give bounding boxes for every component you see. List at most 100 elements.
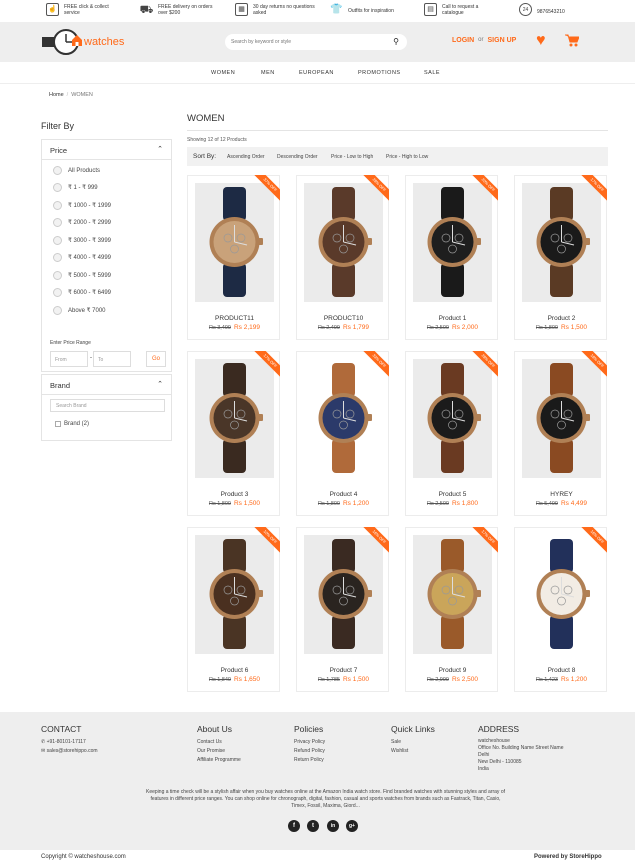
product-card[interactable]: 20% OFF Product 1 Rs 2,500 Rs 2,000 [405, 175, 498, 340]
product-name[interactable]: Product 6 [188, 667, 281, 674]
main-nav: WOMEN MEN EUROPEAN PROMOTIONS SALE [0, 62, 635, 84]
brand-search-input[interactable]: Search Brand [50, 399, 165, 412]
footer-link[interactable]: Refund Policy [294, 747, 325, 756]
site-logo[interactable]: watches [42, 29, 132, 55]
radio-button[interactable] [53, 166, 62, 175]
discount-ribbon: 17% OFF [472, 527, 498, 553]
chevron-up-icon[interactable]: ⌃ [157, 145, 163, 153]
price-option[interactable]: ₹ 5000 - ₹ 5999 [53, 271, 111, 280]
product-card[interactable]: 37% OFF PRODUCT11 Rs 3,499 Rs 2,199 [187, 175, 280, 340]
phone-number[interactable]: 9876543210 [537, 9, 607, 15]
price-option[interactable]: All Products [53, 166, 100, 175]
footer-link[interactable]: Affiliate Programme [197, 756, 241, 765]
product-name[interactable]: Product 5 [406, 491, 499, 498]
sale-price: Rs 1,500 [342, 676, 370, 683]
product-name[interactable]: PRODUCT11 [188, 315, 281, 322]
footer-link[interactable]: Return Policy [294, 756, 325, 765]
radio-button[interactable] [53, 306, 62, 315]
product-card[interactable]: 28% OFF PRODUCT10 Rs 2,499 Rs 1,799 [296, 175, 389, 340]
nav-men[interactable]: MEN [261, 70, 275, 76]
sort-descending[interactable]: Descending Order [277, 154, 318, 160]
discount-ribbon: 16% OFF [581, 527, 607, 553]
product-card[interactable]: 16% OFF Product 7 Rs 1,785 Rs 1,500 [296, 527, 389, 692]
product-card[interactable]: 17% OFF Product 9 Rs 2,999 Rs 2,500 [405, 527, 498, 692]
radio-button[interactable] [53, 236, 62, 245]
twitter-icon[interactable]: t [307, 820, 319, 832]
product-name[interactable]: Product 9 [406, 667, 499, 674]
original-price: Rs 1,800 [535, 325, 558, 331]
address-line: India [478, 766, 489, 772]
brand-filter-header[interactable]: Brand ⌃ [42, 375, 171, 395]
footer-link[interactable]: Wishlist [391, 747, 435, 756]
cart-icon[interactable] [565, 34, 580, 50]
footer-link[interactable]: Sale [391, 738, 435, 747]
footer-phone[interactable]: ✆ +91-80101-17117 [41, 738, 98, 747]
nav-women[interactable]: WOMEN [211, 70, 235, 76]
sale-price: Rs 4,499 [560, 500, 588, 507]
price-option[interactable]: ₹ 2000 - ₹ 2999 [53, 218, 111, 227]
product-card[interactable]: 10% OFF Product 6 Rs 1,840 Rs 1,650 [187, 527, 280, 692]
nav-european[interactable]: EUROPEAN [299, 70, 334, 76]
radio-button[interactable] [53, 183, 62, 192]
product-prices: Rs 1,800 Rs 1,200 [297, 500, 390, 507]
price-option-label: ₹ 6000 - ₹ 6499 [68, 290, 111, 296]
product-card[interactable]: 17% OFF Product 3 Rs 1,800 Rs 1,500 [187, 351, 280, 516]
footer-link[interactable]: Contact Us [197, 738, 241, 747]
footer-email[interactable]: ✉ sales@storehippo.com [41, 747, 98, 756]
product-card[interactable]: 17% OFF Product 2 Rs 1,800 Rs 1,500 [514, 175, 607, 340]
product-name[interactable]: Product 7 [297, 667, 390, 674]
radio-button[interactable] [53, 288, 62, 297]
price-option[interactable]: ₹ 1 - ₹ 999 [53, 183, 98, 192]
product-name[interactable]: Product 8 [515, 667, 608, 674]
price-option[interactable]: ₹ 3000 - ₹ 3999 [53, 236, 111, 245]
price-from-input[interactable]: From [50, 351, 88, 367]
price-go-button[interactable]: Go [146, 351, 166, 367]
checkbox[interactable] [55, 421, 61, 427]
linkedin-icon[interactable]: in [327, 820, 339, 832]
radio-button[interactable] [53, 271, 62, 280]
footer-link[interactable]: Privacy Policy [294, 738, 325, 747]
price-to-input[interactable]: To [93, 351, 131, 367]
breadcrumb-separator: / [66, 92, 69, 98]
sort-price-low-high[interactable]: Price - Low to High [331, 154, 373, 160]
breadcrumb-home[interactable]: Home [49, 92, 64, 98]
product-card[interactable]: 33% OFF Product 4 Rs 1,800 Rs 1,200 [296, 351, 389, 516]
nav-promotions[interactable]: PROMOTIONS [358, 70, 401, 76]
site-footer: CONTACT ✆ +91-80101-17117 ✉ sales@storeh… [0, 712, 635, 850]
price-option[interactable]: ₹ 1000 - ₹ 1999 [53, 201, 111, 210]
discount-text: 16% OFF [581, 527, 607, 553]
product-prices: Rs 5,499 Rs 4,499 [515, 500, 608, 507]
search-icon[interactable]: ⚲ [393, 37, 399, 46]
product-card[interactable]: 18% OFF HYREY Rs 5,499 Rs 4,499 [514, 351, 607, 516]
brand-option[interactable]: Brand (2) [55, 421, 89, 427]
footer-address: ADDRESS watcheshouse Office No. Building… [478, 724, 564, 773]
product-card[interactable]: 28% OFF Product 5 Rs 2,500 Rs 1,800 [405, 351, 498, 516]
radio-button[interactable] [53, 253, 62, 262]
search-input[interactable] [225, 34, 375, 50]
signup-link[interactable]: SIGN UP [488, 37, 517, 44]
product-name[interactable]: HYREY [515, 491, 608, 498]
chevron-up-icon[interactable]: ⌃ [157, 380, 163, 388]
product-card[interactable]: 16% OFF Product 8 Rs 1,423 Rs 1,200 [514, 527, 607, 692]
product-name[interactable]: Product 2 [515, 315, 608, 322]
footer-link[interactable]: Our Promise [197, 747, 241, 756]
radio-button[interactable] [53, 218, 62, 227]
nav-sale[interactable]: SALE [424, 70, 440, 76]
product-name[interactable]: Product 4 [297, 491, 390, 498]
google-plus-icon[interactable]: g+ [346, 820, 358, 832]
facebook-icon[interactable]: f [288, 820, 300, 832]
login-link[interactable]: LOGIN [452, 37, 474, 44]
product-name[interactable]: Product 3 [188, 491, 281, 498]
sort-ascending[interactable]: Ascending Order [227, 154, 265, 160]
radio-button[interactable] [53, 201, 62, 210]
price-option[interactable]: ₹ 4000 - ₹ 4999 [53, 253, 111, 262]
discount-text: 17% OFF [254, 351, 280, 377]
price-filter-header[interactable]: Price ⌃ [42, 140, 171, 160]
price-option[interactable]: Above ₹ 7000 [53, 306, 106, 315]
product-name[interactable]: Product 1 [406, 315, 499, 322]
product-name[interactable]: PRODUCT10 [297, 315, 390, 322]
powered-by[interactable]: Powered by StoreHippo [534, 854, 602, 860]
price-option[interactable]: ₹ 6000 - ₹ 6499 [53, 288, 111, 297]
sort-price-high-low[interactable]: Price - High to Low [386, 154, 428, 160]
wishlist-heart-icon[interactable]: ♥ [536, 32, 546, 50]
